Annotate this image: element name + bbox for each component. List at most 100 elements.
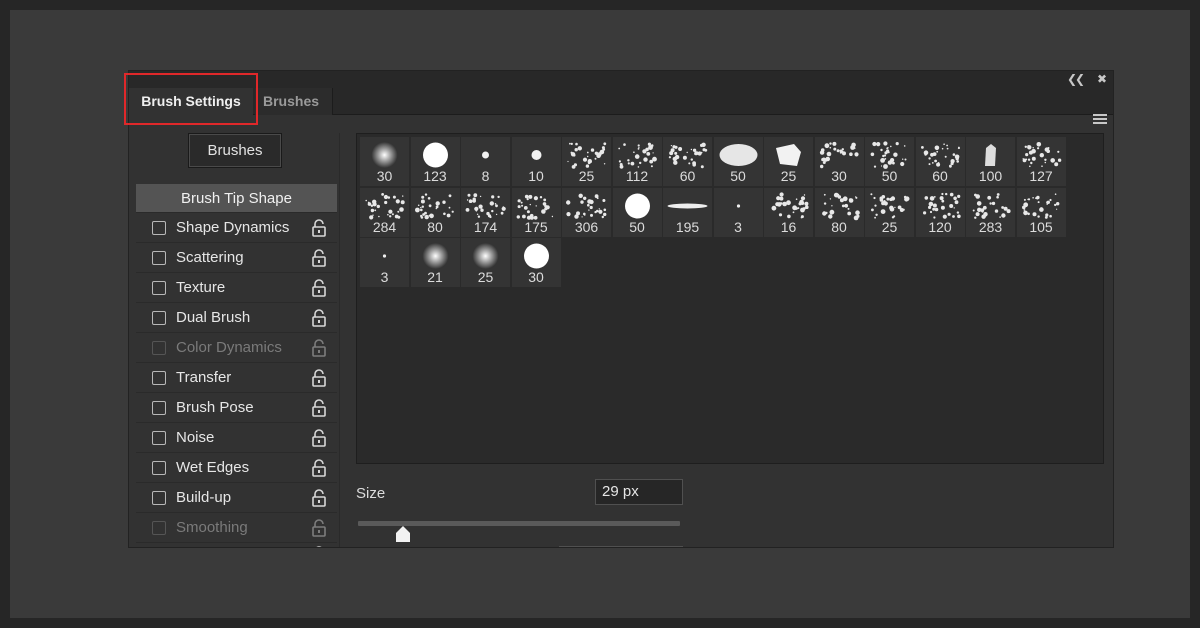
option-label: Noise: [176, 429, 215, 446]
brush-preset[interactable]: 80: [814, 187, 864, 237]
option-checkbox[interactable]: [152, 251, 166, 265]
angle-field-partial[interactable]: [559, 546, 683, 547]
brush-size-label: 123: [423, 168, 447, 184]
lock-icon[interactable]: [310, 339, 328, 357]
brush-size-label: 30: [528, 269, 544, 285]
brush-preset[interactable]: 8: [461, 137, 510, 186]
lock-icon[interactable]: [310, 459, 328, 477]
brush-size-label: 25: [881, 218, 898, 235]
brush-preset[interactable]: 30: [360, 137, 409, 186]
brush-preview-icon: [916, 191, 965, 221]
option-row[interactable]: Transfer: [136, 363, 337, 393]
brush-preview-icon: [714, 191, 763, 221]
panel-menu-icon[interactable]: [1093, 114, 1107, 124]
size-slider-thumb[interactable]: [394, 525, 412, 543]
brush-preset[interactable]: 175: [511, 187, 561, 237]
option-row[interactable]: Wet Edges: [136, 453, 337, 483]
brush-preset[interactable]: 30: [511, 238, 561, 287]
brush-size-label: 21: [427, 269, 443, 285]
option-row[interactable]: Brush Pose: [136, 393, 337, 423]
brush-preview-icon: [916, 140, 965, 170]
option-checkbox[interactable]: [152, 221, 166, 235]
close-icon[interactable]: ✖: [1097, 72, 1107, 86]
option-row[interactable]: Smoothing: [136, 513, 337, 543]
brush-preview-icon: [360, 140, 409, 170]
option-row[interactable]: Color Dynamics: [136, 333, 337, 363]
brush-preset[interactable]: 30: [814, 137, 864, 186]
lock-icon[interactable]: [310, 519, 328, 537]
option-row[interactable]: Build-up: [136, 483, 337, 513]
lock-icon[interactable]: [310, 429, 328, 447]
brush-preset[interactable]: 123: [410, 137, 460, 186]
brush-preset[interactable]: 174: [461, 187, 510, 237]
brush-preset[interactable]: 105: [1016, 187, 1066, 237]
option-checkbox[interactable]: [152, 311, 166, 325]
lock-icon[interactable]: [310, 249, 328, 267]
brush-preset[interactable]: 195: [663, 187, 712, 237]
brush-preset[interactable]: 120: [915, 187, 965, 237]
brush-preset[interactable]: 60: [663, 137, 712, 186]
brush-preset[interactable]: 25: [764, 137, 813, 186]
brush-size-label: 283: [978, 218, 1003, 235]
lock-icon[interactable]: [310, 309, 328, 327]
brush-preview-icon: [461, 241, 510, 271]
size-input[interactable]: 29 px: [595, 479, 683, 505]
brush-size-label: 25: [477, 269, 494, 285]
brush-preset[interactable]: 100: [966, 137, 1015, 186]
lock-icon[interactable]: [310, 399, 328, 417]
brush-preset[interactable]: 25: [562, 137, 611, 186]
option-checkbox[interactable]: [152, 461, 166, 475]
brush-preset[interactable]: 306: [562, 187, 611, 237]
brush-size-label: 175: [524, 218, 548, 235]
option-row[interactable]: Scattering: [136, 243, 337, 273]
brush-preset[interactable]: 50: [713, 137, 763, 186]
brush-preset[interactable]: 127: [1016, 137, 1066, 186]
option-checkbox[interactable]: [152, 371, 166, 385]
brush-preset[interactable]: 80: [410, 187, 460, 237]
brush-preset[interactable]: 21: [410, 238, 460, 287]
brush-preset[interactable]: 284: [360, 187, 409, 237]
brush-preview-icon: [411, 241, 460, 271]
brush-size-label: 105: [1029, 218, 1053, 235]
option-label: Dual Brush: [176, 309, 251, 326]
tab-brush-settings[interactable]: Brush Settings: [129, 88, 253, 115]
option-row[interactable]: Texture: [136, 273, 337, 303]
collapse-panel-icon[interactable]: ❮❮: [1067, 72, 1085, 86]
brush-preset[interactable]: 60: [915, 137, 965, 186]
brush-size-label: 16: [780, 218, 797, 235]
tab-bar: Brush Settings Brushes: [129, 88, 1113, 124]
brush-preset[interactable]: 283: [966, 187, 1015, 237]
option-checkbox[interactable]: [152, 431, 166, 445]
option-label: Scattering: [176, 249, 244, 266]
option-checkbox[interactable]: [152, 281, 166, 295]
brush-preset[interactable]: 112: [612, 137, 662, 186]
brush-preview-icon: [966, 140, 1015, 170]
lock-icon[interactable]: [310, 219, 328, 237]
brush-preset[interactable]: 50: [865, 137, 914, 186]
option-label: Texture: [176, 279, 226, 296]
option-row[interactable]: Noise: [136, 423, 337, 453]
brush-preset[interactable]: 25: [461, 238, 510, 287]
option-checkbox[interactable]: [152, 341, 166, 355]
brush-size-label: 10: [528, 168, 544, 184]
brush-preset[interactable]: 50: [612, 187, 662, 237]
tab-brushes[interactable]: Brushes: [255, 88, 333, 115]
option-checkbox[interactable]: [152, 401, 166, 415]
option-row[interactable]: Shape Dynamics: [136, 213, 337, 243]
brushes-button[interactable]: Brushes: [188, 133, 282, 168]
brush-size-label: 30: [376, 168, 393, 184]
option-checkbox[interactable]: [152, 521, 166, 535]
brush-preset[interactable]: 10: [511, 137, 561, 186]
option-row[interactable]: Dual Brush: [136, 303, 337, 333]
brush-size-label: 100: [978, 168, 1003, 184]
brush-preset[interactable]: 3: [360, 238, 409, 287]
brush-preset[interactable]: 3: [713, 187, 763, 237]
brush-preset[interactable]: 16: [764, 187, 813, 237]
option-checkbox[interactable]: [152, 491, 166, 505]
brush-tip-shape-item[interactable]: Brush Tip Shape: [136, 184, 337, 213]
lock-icon[interactable]: [310, 489, 328, 507]
brush-preview-icon: [1017, 140, 1066, 170]
lock-icon[interactable]: [310, 279, 328, 297]
brush-preset[interactable]: 25: [865, 187, 914, 237]
lock-icon[interactable]: [310, 369, 328, 387]
